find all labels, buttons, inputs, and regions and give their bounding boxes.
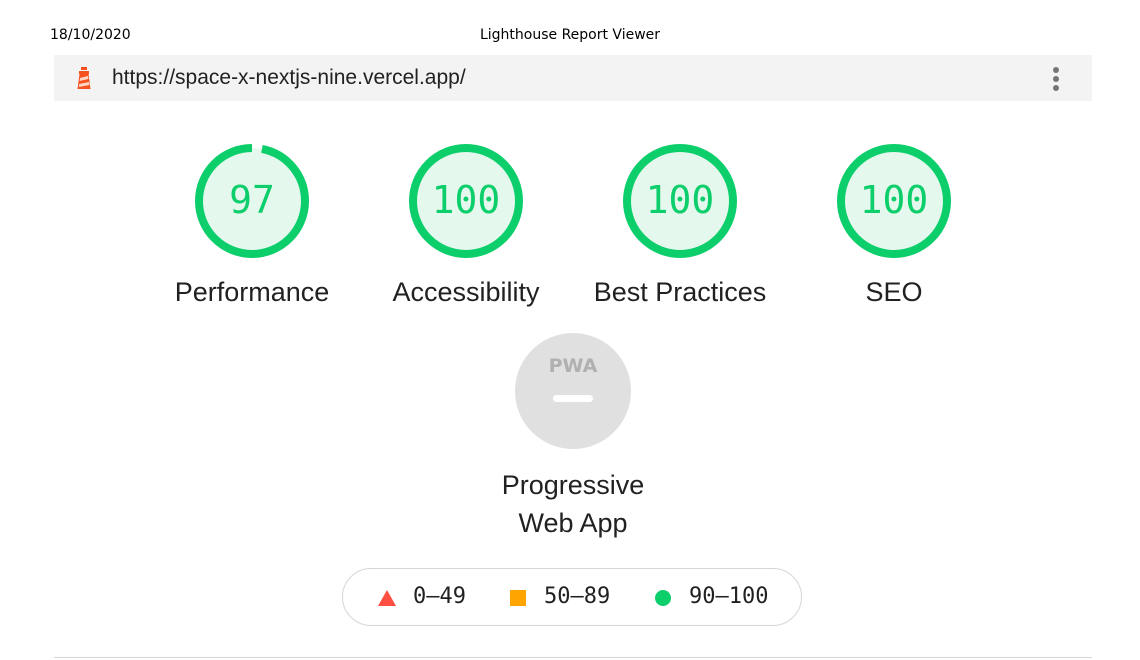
gauge-score: 97 bbox=[229, 178, 275, 222]
gauge-seo[interactable]: 100 SEO bbox=[794, 141, 994, 309]
gauge-label-performance: Performance bbox=[174, 277, 330, 307]
gauge-label-seo: SEO bbox=[865, 277, 923, 307]
gauge-label-best-practices: Best Practices bbox=[593, 277, 767, 307]
gauge-score: 100 bbox=[860, 178, 929, 222]
gauge-accessibility[interactable]: 100 Accessibility bbox=[366, 141, 566, 309]
kebab-menu-icon[interactable] bbox=[1046, 66, 1066, 92]
gauge-ring-performance: 97 bbox=[195, 144, 309, 258]
legend-pass: 90–100 bbox=[654, 584, 794, 610]
report-url[interactable]: https://space-x-nextjs-nine.vercel.app/ bbox=[112, 66, 466, 90]
gauge-pwa[interactable]: PWA Progressive Web App bbox=[473, 332, 673, 542]
legend-average: 50–89 bbox=[509, 584, 629, 610]
pwa-label-line1: Progressive bbox=[501, 470, 645, 500]
legend-fail-range: 0–49 bbox=[413, 584, 466, 609]
report-topbar: https://space-x-nextjs-nine.vercel.app/ bbox=[54, 55, 1092, 101]
gauge-performance[interactable]: 97 Performance bbox=[152, 141, 352, 309]
divider bbox=[54, 657, 1092, 658]
legend-fail: 0–49 bbox=[377, 584, 487, 610]
score-scale-legend: 0–49 50–89 90–100 bbox=[342, 568, 802, 626]
print-title: Lighthouse Report Viewer bbox=[479, 27, 661, 43]
gauge-score: 100 bbox=[432, 178, 501, 222]
pwa-badge-text: PWA bbox=[549, 355, 598, 377]
circle-icon bbox=[655, 590, 671, 606]
gauge-ring-accessibility: 100 bbox=[409, 144, 523, 258]
gauge-label-accessibility: Accessibility bbox=[392, 277, 540, 307]
pwa-label-line2: Web App bbox=[518, 508, 628, 538]
dash-icon bbox=[553, 395, 593, 402]
triangle-icon bbox=[378, 590, 396, 606]
square-icon bbox=[510, 590, 526, 606]
gauge-score: 100 bbox=[646, 178, 715, 222]
legend-pass-range: 90–100 bbox=[689, 584, 769, 609]
lighthouse-icon bbox=[77, 67, 91, 89]
gauge-ring-best-practices: 100 bbox=[623, 144, 737, 258]
gauge-best-practices[interactable]: 100 Best Practices bbox=[580, 141, 780, 309]
gauge-label-pwa: Progressive Web App bbox=[473, 466, 673, 542]
pwa-badge-icon: PWA bbox=[515, 333, 631, 449]
gauge-ring-seo: 100 bbox=[837, 144, 951, 258]
legend-average-range: 50–89 bbox=[544, 584, 611, 609]
